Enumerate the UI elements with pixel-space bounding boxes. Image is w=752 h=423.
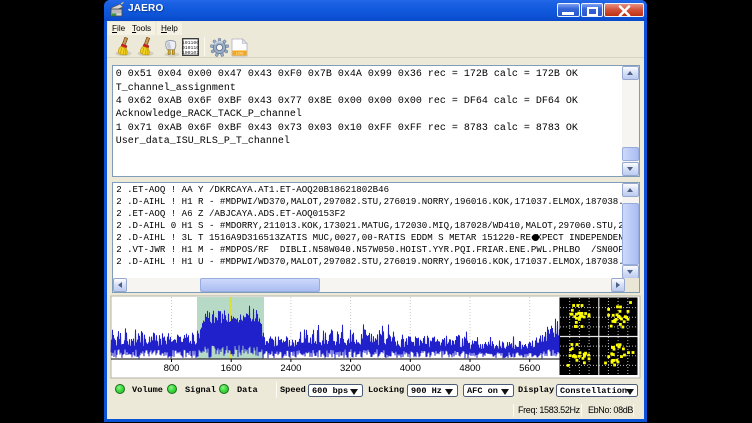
- svg-text:3200: 3200: [340, 363, 361, 374]
- svg-text:4800: 4800: [459, 363, 480, 374]
- svg-text:800: 800: [164, 363, 180, 374]
- svg-text:5600: 5600: [519, 363, 540, 374]
- svg-text:2400: 2400: [280, 363, 301, 374]
- svg-text:4000: 4000: [400, 363, 421, 374]
- svg-text:1600: 1600: [221, 363, 242, 374]
